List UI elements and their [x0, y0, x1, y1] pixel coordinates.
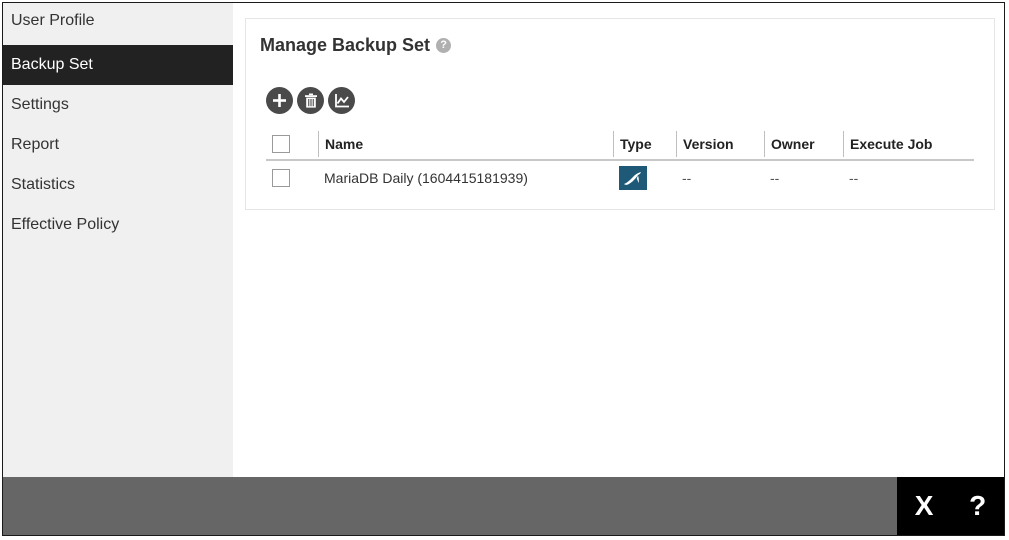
column-header-type[interactable]: Type [613, 131, 676, 157]
sidebar-item-user-profile[interactable]: User Profile [3, 3, 233, 45]
line-chart-icon [334, 94, 349, 108]
column-header-version[interactable]: Version [676, 131, 764, 157]
footer-bar: X ? [3, 477, 1004, 535]
column-header-owner[interactable]: Owner [764, 131, 843, 157]
execute-job-cell: -- [849, 170, 859, 186]
backup-set-table: Name Type Version Owner Execute Job Mari… [266, 129, 974, 195]
trash-icon [304, 93, 317, 108]
table-header: Name Type Version Owner Execute Job [266, 129, 974, 161]
column-header-name[interactable]: Name [318, 131, 613, 157]
toolbar [266, 87, 355, 114]
close-button[interactable]: X [915, 477, 934, 535]
page-title-text: Manage Backup Set [260, 35, 431, 55]
delete-backup-set-button[interactable] [297, 87, 324, 114]
owner-cell: -- [770, 170, 780, 186]
table-row[interactable]: MariaDB Daily (1604415181939) -- -- -- [266, 161, 974, 195]
sidebar: User Profile Backup Set Settings Report … [3, 3, 233, 477]
backup-set-name[interactable]: MariaDB Daily (1604415181939) [318, 161, 613, 195]
select-all-cell [266, 129, 318, 159]
version-cell: -- [682, 170, 692, 186]
select-all-checkbox[interactable] [272, 135, 290, 153]
question-circle-icon[interactable]: ? [436, 38, 452, 53]
type-cell [613, 161, 676, 195]
row-checkbox[interactable] [272, 169, 290, 187]
backup-app-window: User Profile Backup Set Settings Report … [2, 2, 1005, 536]
column-header-execute-job[interactable]: Execute Job [843, 131, 974, 157]
report-chart-button[interactable] [328, 87, 355, 114]
sidebar-item-backup-set[interactable]: Backup Set [3, 45, 233, 85]
add-backup-set-button[interactable] [266, 87, 293, 114]
manage-backup-set-panel: Manage Backup Set ? Name Type Version Ow… [245, 18, 995, 210]
main-content: Manage Backup Set ? Name Type Version Ow… [233, 3, 1004, 477]
sidebar-item-settings[interactable]: Settings [3, 85, 233, 125]
help-button[interactable]: ? [969, 477, 986, 535]
sidebar-item-report[interactable]: Report [3, 125, 233, 165]
sidebar-item-statistics[interactable]: Statistics [3, 165, 233, 205]
sidebar-item-effective-policy[interactable]: Effective Policy [3, 205, 233, 245]
footer-actions: X ? [897, 477, 1004, 535]
page-title: Manage Backup Set ? [260, 35, 452, 56]
mariadb-seal-icon [619, 166, 647, 190]
row-select-cell [266, 161, 318, 195]
plus-icon [273, 94, 286, 107]
